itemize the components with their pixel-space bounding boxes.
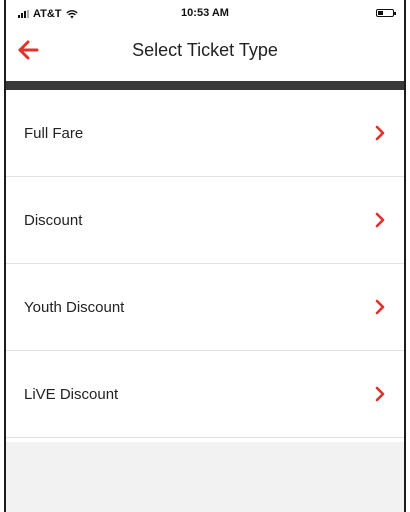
chevron-right-icon <box>375 125 385 141</box>
status-time: 10:53 AM <box>181 7 229 19</box>
ticket-type-full-fare[interactable]: Full Fare <box>6 90 404 177</box>
ticket-type-discount[interactable]: Discount <box>6 177 404 264</box>
empty-footer-area <box>6 442 404 512</box>
battery-icon <box>376 9 396 17</box>
phone-screen: AT&T 10:53 AM Select Ticket Type Full Fa… <box>4 0 406 512</box>
battery-level <box>378 11 383 15</box>
ticket-type-label: Youth Discount <box>24 298 125 316</box>
ticket-type-label: Discount <box>24 211 83 229</box>
ticket-type-label: LiVE Discount <box>24 385 119 403</box>
page-title: Select Ticket Type <box>132 40 278 60</box>
status-bar: AT&T 10:53 AM <box>6 0 404 28</box>
chevron-right-icon <box>375 386 385 402</box>
chevron-right-icon <box>375 299 385 315</box>
chevron-right-icon <box>375 212 385 228</box>
navigation-bar: Select Ticket Type <box>6 28 404 90</box>
ticket-type-youth-discount[interactable]: Youth Discount <box>6 264 404 351</box>
ticket-type-list: Full Fare Discount Youth Discount LiVE D… <box>6 90 404 438</box>
ticket-type-live-discount[interactable]: LiVE Discount <box>6 351 404 438</box>
ticket-type-label: Full Fare <box>24 124 84 142</box>
